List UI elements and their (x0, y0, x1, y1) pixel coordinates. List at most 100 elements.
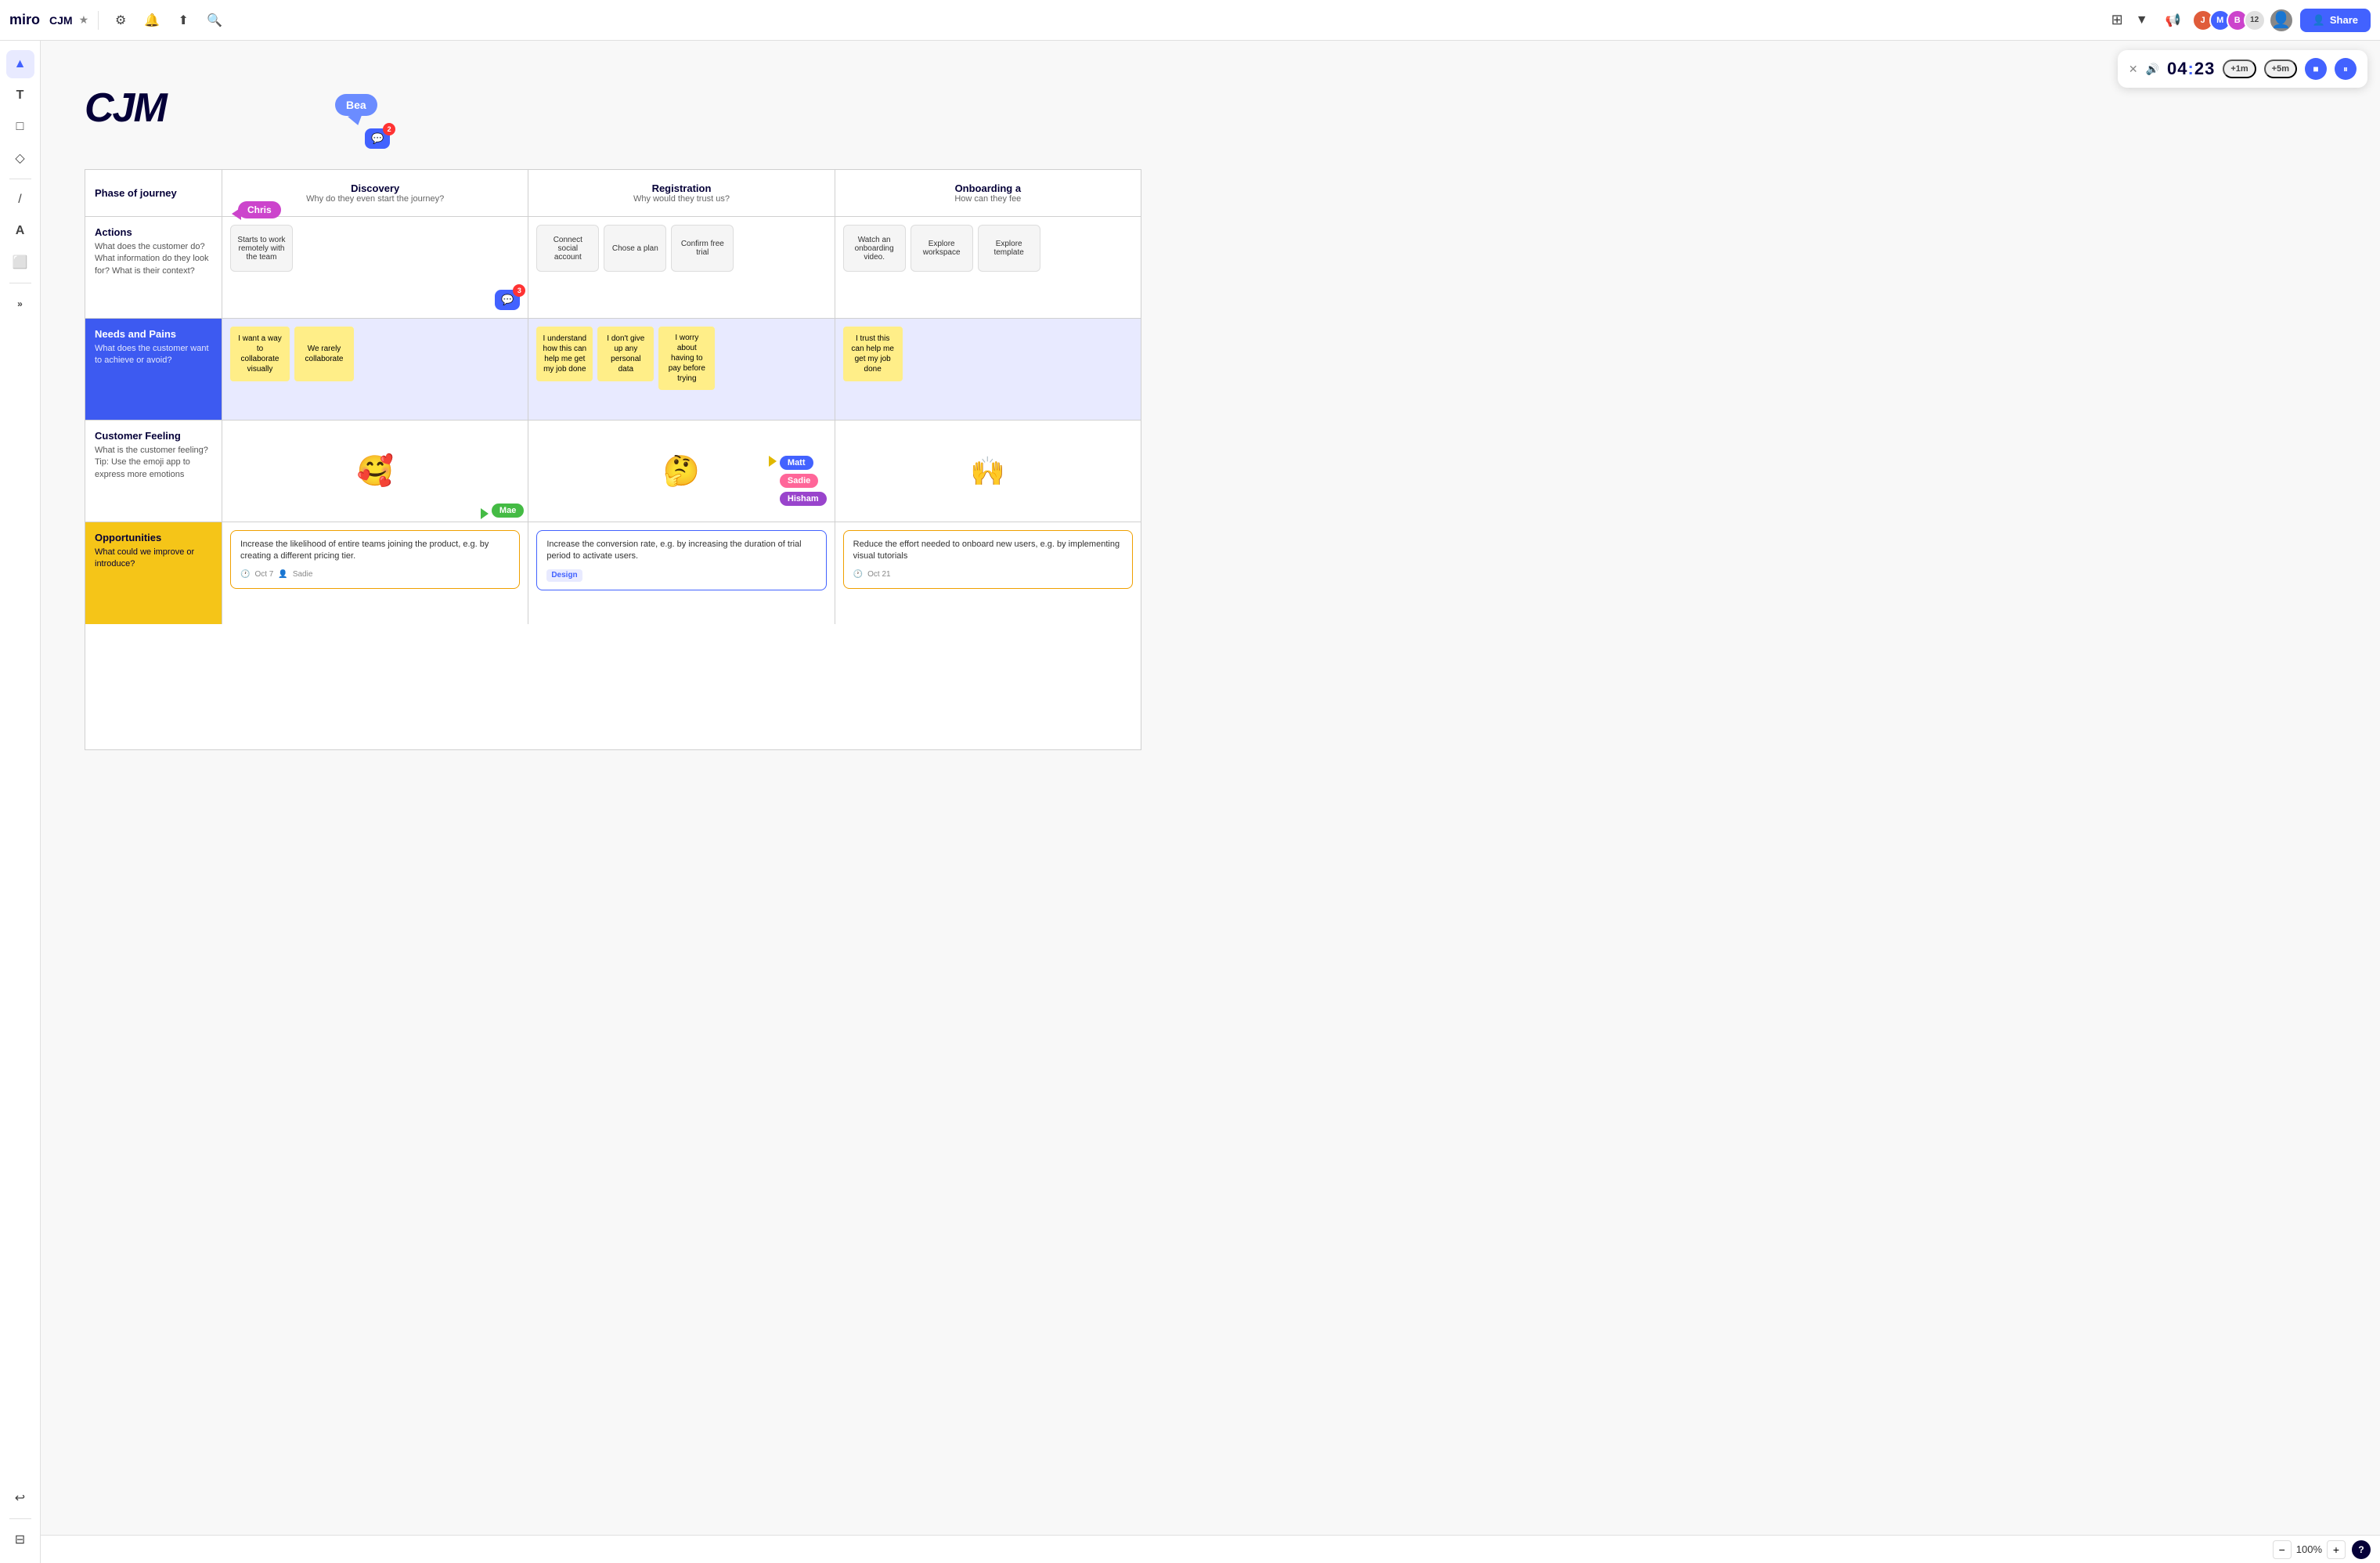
present-icon[interactable]: 📢 (2161, 8, 2186, 33)
opp-meta-1: 🕐 Oct 7 👤 Sadie (240, 569, 510, 580)
chris-label: Chris (238, 201, 281, 218)
opp-card-2: Increase the conversion rate, e.g. by in… (536, 530, 826, 590)
topbar: miro CJM ★ ⚙ 🔔 ⬆ 🔍 ⊞ ▼ 📢 J M B 12 👤 👤 Sh… (0, 0, 2380, 41)
opp-card-3: Reduce the effort needed to onboard new … (843, 530, 1133, 589)
share-button[interactable]: 👤 Share (2300, 9, 2371, 32)
registration-header: Registration Why would they trust us? (528, 170, 835, 216)
sticky-trust: I trust this can help me get my job done (843, 327, 903, 381)
opportunities-row: Opportunities What could we improve or i… (85, 522, 1141, 624)
timer-widget: ✕ 🔊 04:23 +1m +5m ■ ⏸ (2118, 50, 2367, 88)
filter-icon[interactable]: ▼ (2129, 8, 2155, 33)
search-icon[interactable]: 🔍 (202, 8, 227, 33)
cursor-cluster: Matt Sadie Hisham (780, 456, 827, 506)
settings-icon[interactable]: ⚙ (108, 8, 133, 33)
chat-bubble-bottom[interactable]: 💬 3 (495, 290, 520, 310)
timer-add5-button[interactable]: +5m (2264, 60, 2297, 78)
confirm-trial-card: Confirm free trial (671, 225, 734, 272)
notification-icon[interactable]: 🔔 (139, 8, 164, 33)
hisham-label: Hisham (780, 492, 827, 506)
actions-label: Actions What does the customer do? What … (85, 217, 222, 318)
avatar-count[interactable]: 12 (2244, 9, 2266, 31)
matt-label: Matt (780, 456, 813, 470)
select-tool[interactable]: ▲ (6, 50, 34, 78)
text-tool[interactable]: T (6, 81, 34, 110)
timer-stop-button[interactable]: ■ (2305, 58, 2327, 80)
avatar-self[interactable]: 👤 (2269, 8, 2294, 33)
needs-row: Needs and Pains What does the customer w… (85, 319, 1141, 421)
opp-clock-icon: 🕐 (240, 569, 250, 580)
help-button[interactable]: ? (2352, 1540, 2371, 1559)
star-icon[interactable]: ★ (79, 13, 89, 27)
emoji-fire-heart: 🥰 (357, 430, 394, 512)
shapes-tool[interactable]: ◇ (6, 144, 34, 172)
mae-cursor-ptr (481, 508, 489, 519)
chris-cursor-arrow (232, 208, 241, 220)
apps-icon[interactable]: ⊞ (2111, 12, 2123, 28)
timer-colon: : (2188, 59, 2194, 78)
actions-discovery: Chris Starts to work remotely with the t… (222, 217, 528, 318)
feeling-row: Customer Feeling What is the customer fe… (85, 421, 1141, 522)
more-tools[interactable]: » (6, 290, 34, 318)
watch-video-card: Watch an onboarding video. (843, 225, 906, 272)
zoom-out-button[interactable]: − (2273, 1540, 2292, 1559)
cursor-chris-area: Chris (238, 201, 281, 218)
export-icon[interactable]: ⬆ (171, 8, 196, 33)
needs-onboarding: I trust this can help me get my job done (835, 319, 1141, 420)
explore-template-card: Explore template (978, 225, 1040, 272)
sticky-worry-pay: I worry about having to pay before tryin… (658, 327, 715, 390)
feeling-registration: 🤔 Matt Sadie Hisham (528, 421, 835, 522)
cursor-bea: Bea (335, 94, 377, 127)
emoji-wave: 🙌 (970, 455, 1005, 488)
topbar-right: ⊞ ▼ 📢 J M B 12 👤 👤 Share (2111, 8, 2371, 33)
chose-plan-card: Chose a plan (604, 225, 666, 272)
frame-tool[interactable]: ⬜ (6, 248, 34, 276)
timer-close-button[interactable]: ✕ (2129, 63, 2138, 76)
needs-registration: I understand how this can help me get my… (528, 319, 835, 420)
opp-meta-3: 🕐 Oct 21 (853, 569, 1123, 580)
chat-badge-3: 3 (513, 284, 525, 297)
opp-tag-design: Design (546, 569, 582, 582)
needs-label: Needs and Pains What does the customer w… (85, 319, 222, 420)
action-card-discovery: Starts to work remotely with the team (230, 225, 293, 272)
logo: miro (9, 12, 40, 28)
opportunities-discovery: Increase the likelihood of entire teams … (222, 522, 528, 624)
share-icon: 👤 (2313, 14, 2325, 27)
zoom-in-button[interactable]: + (2327, 1540, 2346, 1559)
chat-bubble-top[interactable]: 💬 2 (365, 128, 390, 149)
actions-onboarding: Watch an onboarding video. Explore works… (835, 217, 1141, 318)
yellow-cursor (769, 456, 777, 467)
sticky-no-personal-data: I don't give up any personal data (597, 327, 654, 381)
opportunities-registration: Increase the conversion rate, e.g. by in… (528, 522, 835, 624)
timer-display: 04:23 (2167, 59, 2215, 79)
opp-card-1: Increase the likelihood of entire teams … (230, 530, 520, 589)
arrow-tool[interactable]: A (6, 217, 34, 245)
zoom-level: 100% (2296, 1543, 2322, 1555)
feeling-onboarding: 🙌 (835, 421, 1141, 522)
chat-badge-2: 2 (383, 123, 395, 135)
zoom-controls: − 100% + (2273, 1540, 2346, 1559)
sep1 (98, 11, 99, 30)
undo-button[interactable]: ↩ (6, 1484, 34, 1512)
timer-volume-icon[interactable]: 🔊 (2146, 63, 2159, 76)
feeling-discovery: 🥰 Mae (222, 421, 528, 522)
timer-add1-button[interactable]: +1m (2223, 60, 2256, 78)
board-name[interactable]: CJM (49, 14, 73, 27)
cjm-table: Phase of journey Discovery Why do they e… (85, 169, 1141, 750)
explore-workspace-card: Explore workspace (911, 225, 973, 272)
sticky-tool[interactable]: □ (6, 113, 34, 141)
sticky-collaborate-visually: I want a way to collaborate visually (230, 327, 290, 381)
bea-label: Bea (335, 94, 377, 116)
feeling-label: Customer Feeling What is the customer fe… (85, 421, 222, 522)
timer-pause-button[interactable]: ⏸ (2335, 58, 2357, 80)
pen-tool[interactable]: / (6, 186, 34, 214)
opp-clock-icon-3: 🕐 (853, 569, 863, 580)
sadie-label: Sadie (780, 474, 818, 488)
panel-toggle[interactable]: ⊟ (6, 1525, 34, 1554)
canvas: CJM Bea 💬 2 Phase of journey Discovery W… (41, 41, 2380, 1563)
sticky-understand: I understand how this can help me get my… (536, 327, 593, 381)
needs-discovery: I want a way to collaborate visually We … (222, 319, 528, 420)
opportunities-label: Opportunities What could we improve or i… (85, 522, 222, 624)
left-toolbar: ▲ T □ ◇ / A ⬜ » ↩ ⊟ (0, 41, 41, 1563)
connect-social-card: Connect social account (536, 225, 599, 272)
avatar-group: J M B 12 👤 (2192, 8, 2294, 33)
